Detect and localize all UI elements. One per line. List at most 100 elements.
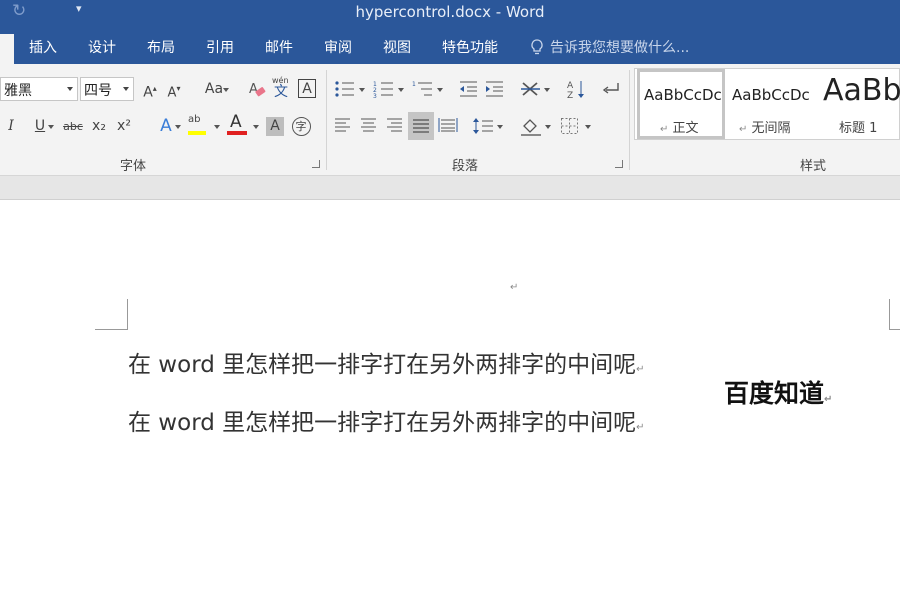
font-color-button[interactable]: A xyxy=(226,112,262,138)
tell-me-search[interactable]: 告诉我您想要做什么... xyxy=(530,37,689,57)
character-shading-button[interactable]: A xyxy=(264,114,286,138)
font-name-value: 雅黑 xyxy=(4,83,32,99)
grow-font-button[interactable]: A▴ xyxy=(139,77,161,101)
decrease-indent-button[interactable] xyxy=(456,77,478,101)
crop-mark-left xyxy=(95,299,128,330)
chevron-down-icon xyxy=(48,125,54,129)
text-effects-button[interactable]: A xyxy=(150,114,182,138)
font-size-value: 四号 xyxy=(84,83,112,99)
font-size-dropdown[interactable]: 四号 xyxy=(80,77,134,101)
align-right-button[interactable] xyxy=(384,114,406,138)
italic-icon: I xyxy=(8,118,14,134)
svg-text:A: A xyxy=(567,81,574,91)
chevron-down-icon xyxy=(544,88,550,92)
paragraph-mark: ↵ xyxy=(636,422,645,433)
svg-text:1: 1 xyxy=(412,81,416,88)
ruler-area xyxy=(0,176,900,200)
line-spacing-button[interactable] xyxy=(470,114,504,138)
tab-file-edge[interactable] xyxy=(0,34,14,64)
paragraph-mark: ↵ xyxy=(824,394,833,405)
tab-mailings[interactable]: 邮件 xyxy=(265,37,293,57)
style-normal[interactable]: AaBbCcDc ↵ 正文 xyxy=(637,69,725,139)
borders-icon xyxy=(561,118,578,134)
show-hide-marks-button[interactable] xyxy=(598,77,620,101)
tab-special-features[interactable]: 特色功能 xyxy=(442,37,498,57)
chevron-down-icon xyxy=(398,88,404,92)
styles-group-label: 样式 xyxy=(800,159,827,174)
style-sample: AaBbCcDc xyxy=(732,86,810,104)
enclose-characters-button[interactable]: 字 xyxy=(290,114,312,138)
chinese-layout-icon xyxy=(521,82,540,96)
font-dialog-launcher[interactable] xyxy=(312,160,320,168)
title-bar: ↻ ▾ hypercontrol.docx - Word xyxy=(0,0,900,26)
chinese-layout-button[interactable] xyxy=(518,77,552,101)
clear-formatting-button[interactable]: A xyxy=(246,77,268,101)
tab-references[interactable]: 引用 xyxy=(206,37,234,57)
multilevel-list-icon: 1 xyxy=(412,81,432,96)
strikethrough-icon: abc xyxy=(63,120,83,133)
enclose-characters-icon: 字 xyxy=(291,117,311,136)
style-no-spacing[interactable]: AaBbCcDc ↵ 无间隔 xyxy=(729,69,815,139)
align-center-button[interactable] xyxy=(358,114,380,138)
align-center-icon xyxy=(361,118,376,132)
paint-bucket-icon xyxy=(521,119,541,136)
style-name-text: 无间隔 xyxy=(751,121,791,136)
paragraph-mark-icon: ↵ xyxy=(660,124,669,135)
lightbulb-icon xyxy=(531,39,543,55)
numbering-button[interactable]: 123 xyxy=(371,77,405,101)
tab-design[interactable]: 设计 xyxy=(88,37,116,57)
align-left-button[interactable] xyxy=(332,114,354,138)
character-border-button[interactable]: A xyxy=(296,77,318,101)
distributed-button[interactable] xyxy=(436,114,458,138)
font-name-dropdown[interactable]: 雅黑 xyxy=(0,77,78,101)
sort-button[interactable]: AZ xyxy=(565,77,587,101)
shading-button[interactable] xyxy=(518,114,552,138)
multilevel-list-button[interactable]: 1 xyxy=(410,77,444,101)
style-sample: AaBbCcDc xyxy=(644,86,722,104)
formatting-marks-icon xyxy=(602,83,619,94)
italic-button[interactable]: I xyxy=(0,114,22,138)
paragraph-mark: ↵ xyxy=(510,282,519,293)
document-line-1[interactable]: 在 word 里怎样把一排字打在另外两排字的中间呢↵ xyxy=(128,345,645,379)
style-name: ↵ 正文 xyxy=(660,117,699,136)
bullets-button[interactable] xyxy=(332,77,366,101)
document-canvas[interactable]: ↵ 在 word 里怎样把一排字打在另外两排字的中间呢↵ 在 word 里怎样把… xyxy=(0,200,900,600)
chevron-down-icon xyxy=(253,125,259,129)
group-divider xyxy=(326,70,327,170)
highlight-color-button[interactable]: ab xyxy=(186,114,222,138)
tab-insert[interactable]: 插入 xyxy=(29,37,57,57)
text-effects-icon: A xyxy=(160,116,172,136)
document-side-text[interactable]: 百度知道↵ xyxy=(724,374,832,410)
phonetic-guide-button[interactable]: wén 文 xyxy=(271,76,293,101)
ribbon-tab-bar: 插入 设计 布局 引用 邮件 审阅 视图 特色功能 告诉我您想要做什么... xyxy=(0,26,900,64)
chevron-down-icon xyxy=(585,125,591,129)
change-case-button[interactable]: Aa xyxy=(198,77,230,101)
strikethrough-button[interactable]: abc xyxy=(60,114,86,138)
paragraph-dialog-launcher[interactable] xyxy=(615,160,623,168)
font-color-bar xyxy=(227,131,247,135)
underline-button[interactable]: U xyxy=(24,114,56,138)
borders-button[interactable] xyxy=(558,114,592,138)
tab-review[interactable]: 审阅 xyxy=(324,37,352,57)
crop-mark-right xyxy=(889,299,900,330)
window-title: hypercontrol.docx - Word xyxy=(355,3,545,21)
line-spacing-icon xyxy=(473,118,493,134)
justify-button[interactable] xyxy=(408,112,434,140)
subscript-icon: x₂ xyxy=(92,118,106,134)
document-line-2[interactable]: 在 word 里怎样把一排字打在另外两排字的中间呢↵ xyxy=(128,403,645,437)
chevron-down-icon xyxy=(175,125,181,129)
paragraph-group-label: 段落 xyxy=(452,159,479,174)
numbering-icon: 123 xyxy=(373,81,393,98)
shrink-font-button[interactable]: A▾ xyxy=(163,77,185,101)
style-heading-1[interactable]: AaBb 标题 1 xyxy=(819,69,900,139)
chevron-down-icon xyxy=(437,88,443,92)
increase-indent-icon xyxy=(486,81,503,97)
tab-view[interactable]: 视图 xyxy=(383,37,411,57)
increase-indent-button[interactable] xyxy=(482,77,504,101)
paragraph-mark-icon: ↵ xyxy=(739,124,748,135)
highlight-icon: ab xyxy=(188,114,201,125)
subscript-button[interactable]: x₂ xyxy=(88,114,110,138)
superscript-button[interactable]: x² xyxy=(113,114,135,138)
svg-text:A: A xyxy=(249,82,258,97)
tab-layout[interactable]: 布局 xyxy=(147,37,175,57)
